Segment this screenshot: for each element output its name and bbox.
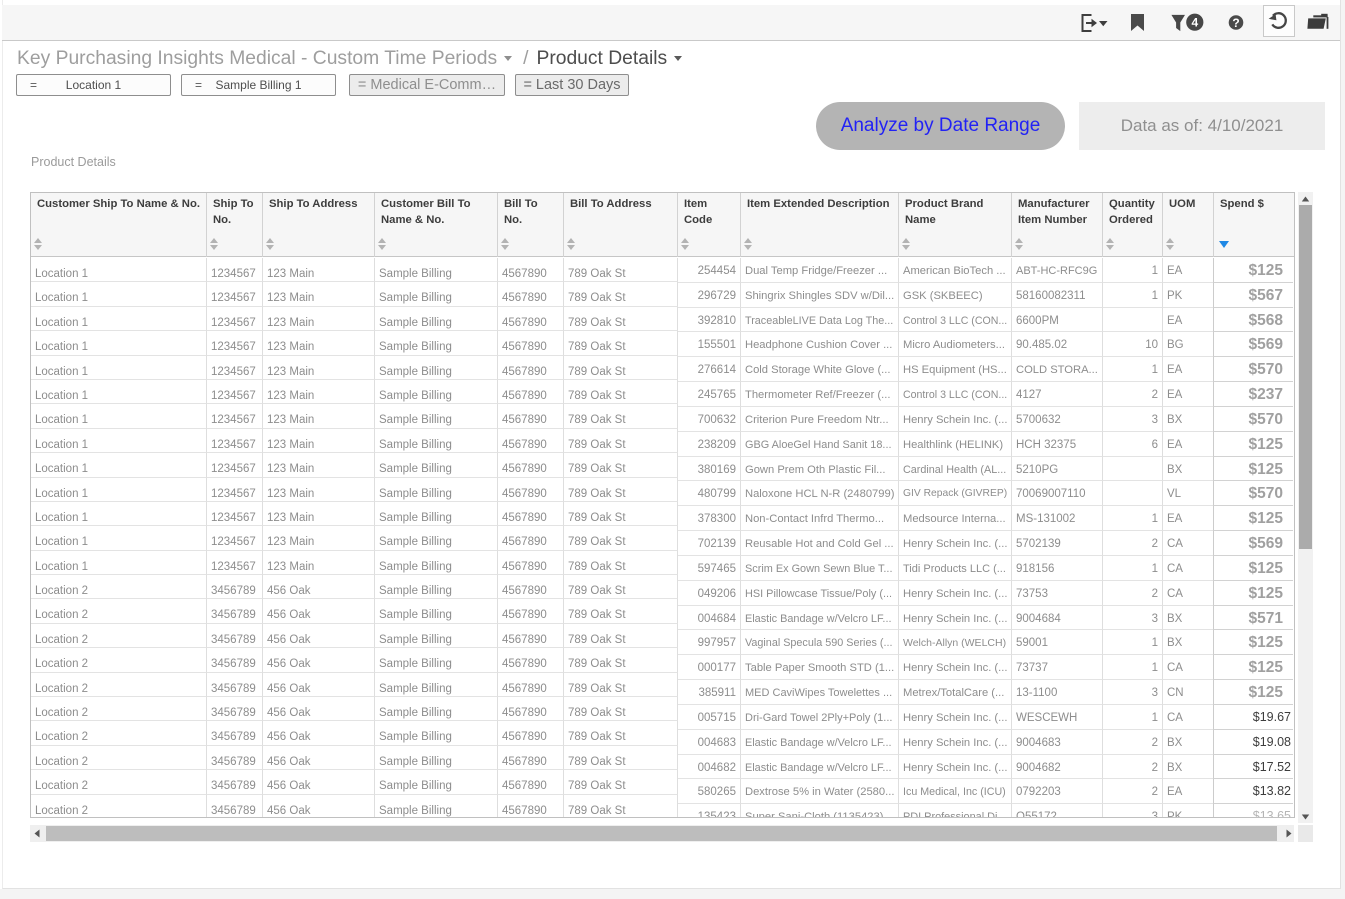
svg-text:4: 4	[1191, 16, 1198, 30]
svg-text:?: ?	[1232, 16, 1239, 30]
